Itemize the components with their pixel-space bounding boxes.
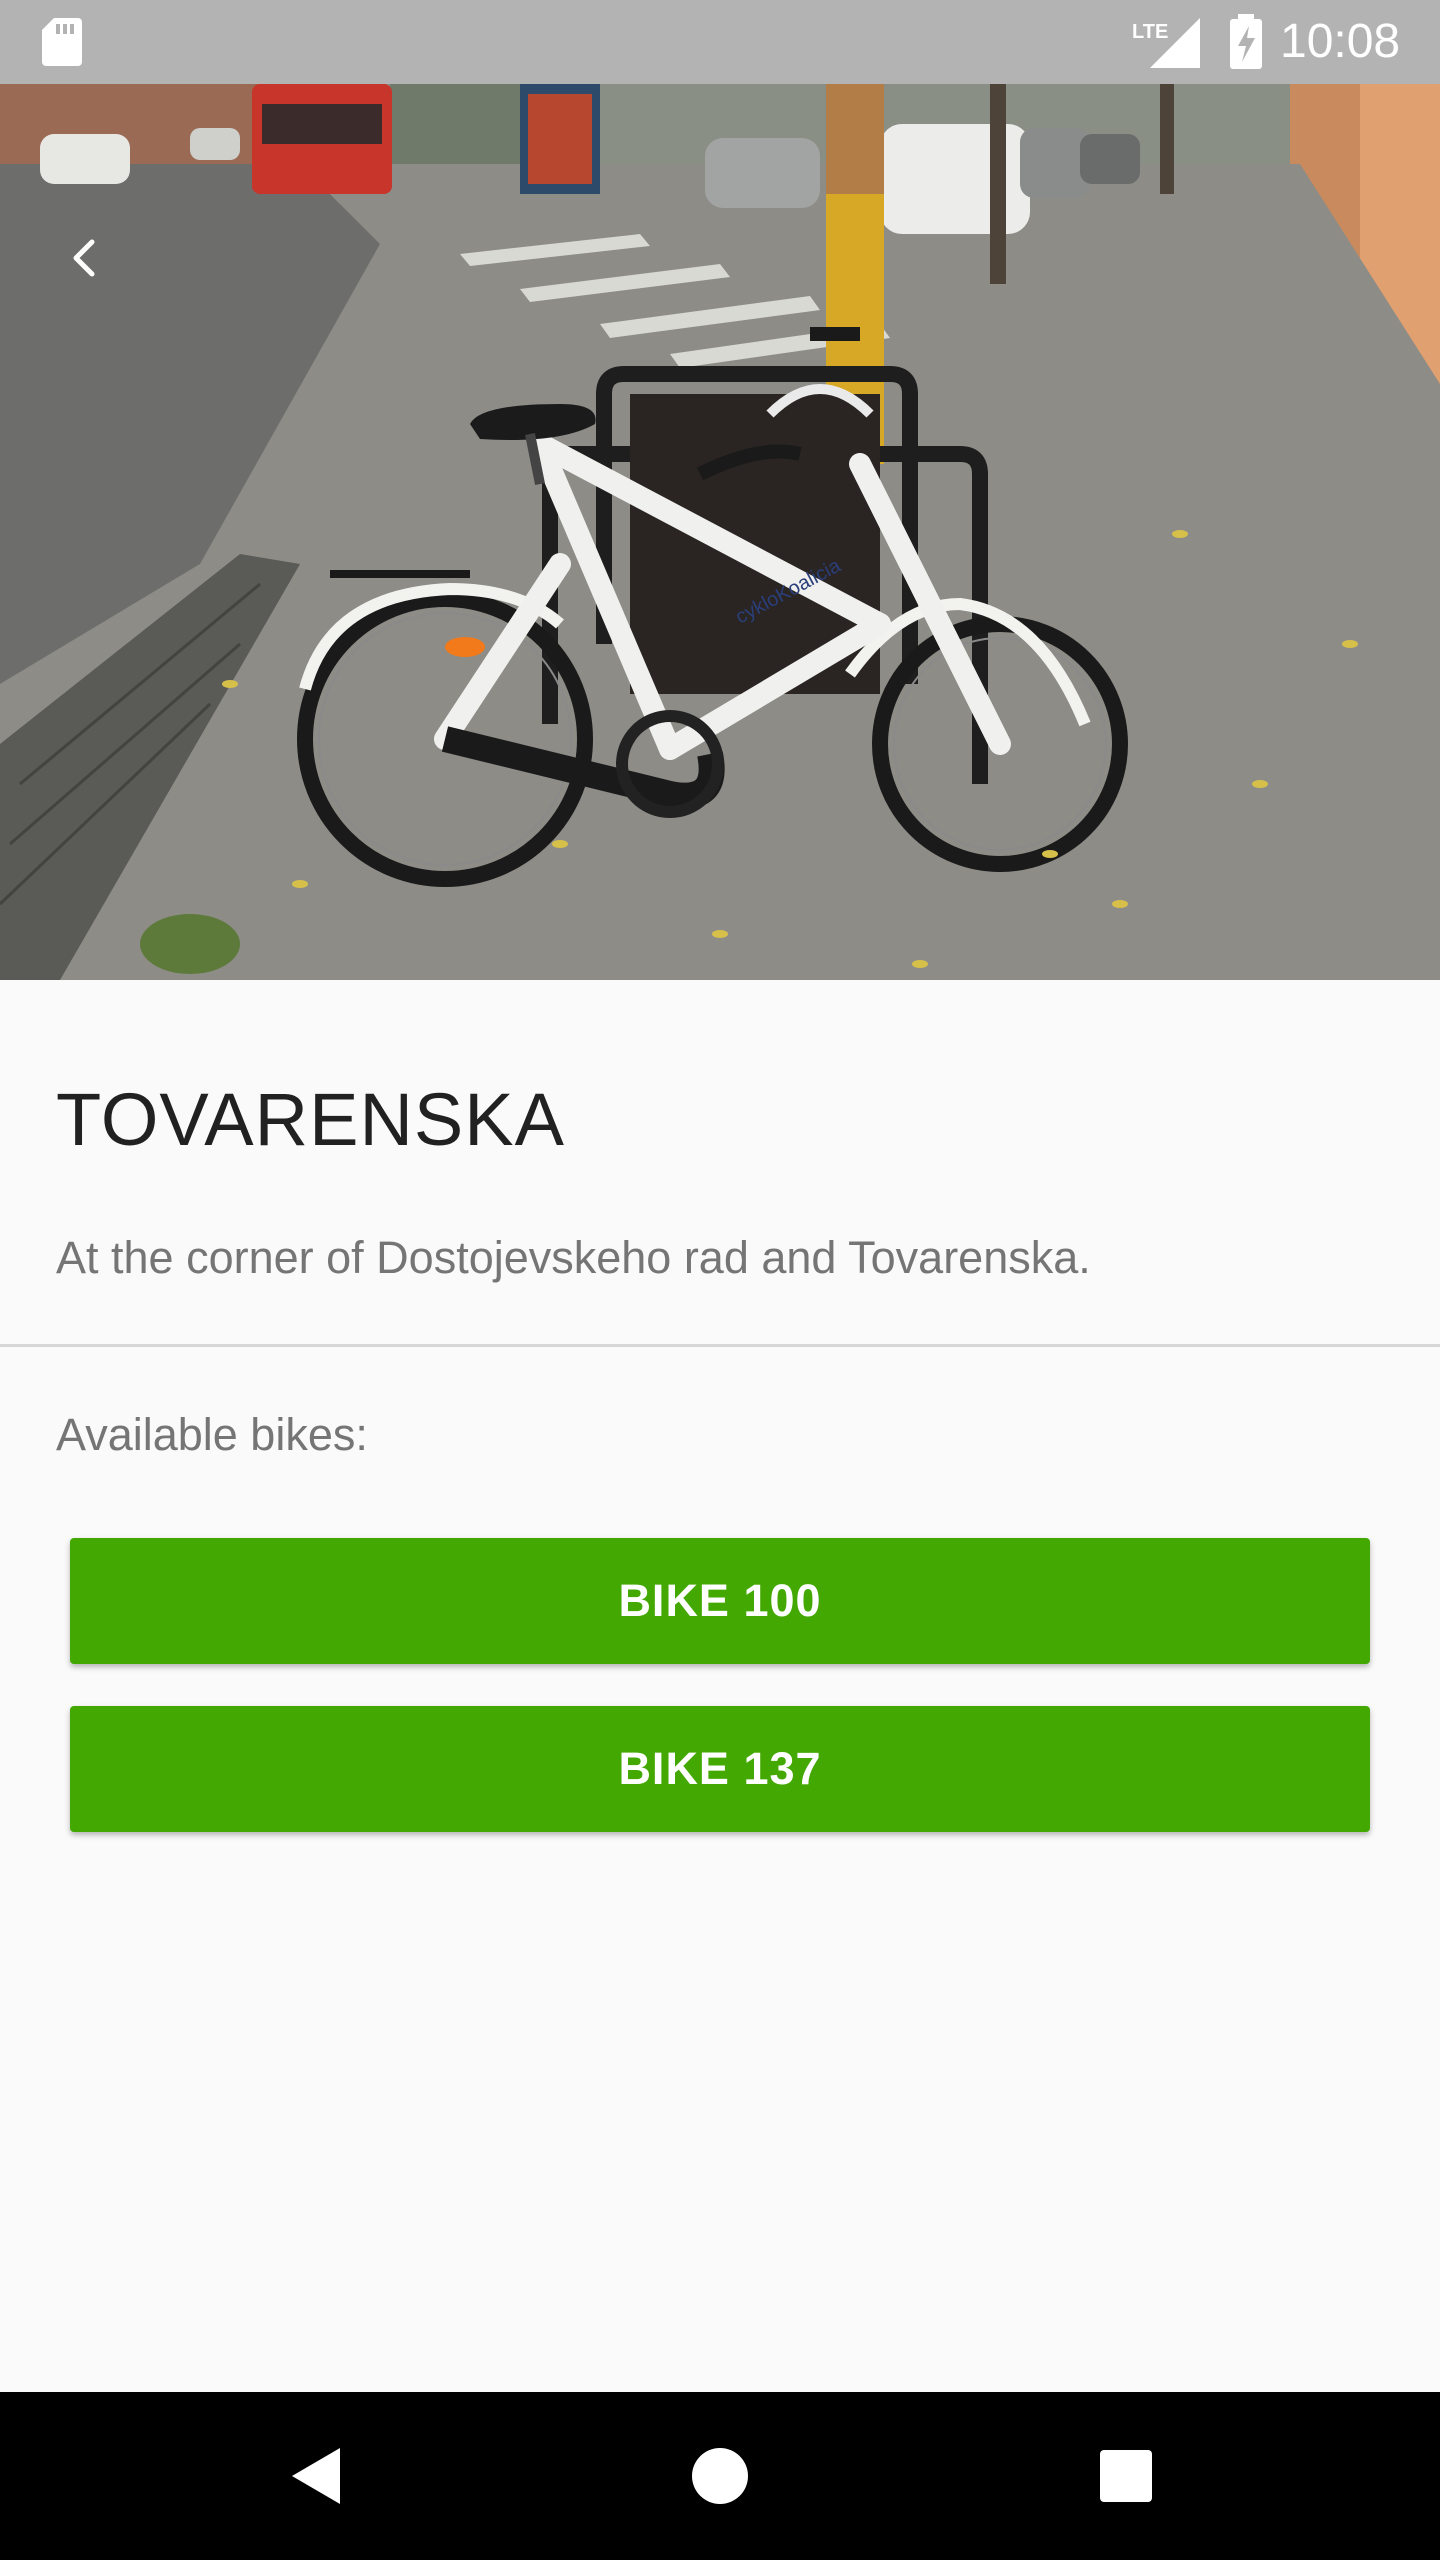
svg-text:LTE: LTE: [1132, 21, 1168, 43]
station-photo: cykloKoalicia: [0, 84, 1440, 980]
nav-home-icon: [692, 2448, 748, 2504]
battery-charging-icon: [1230, 14, 1262, 69]
station-name: TOVARENSKA: [56, 1078, 565, 1161]
bike-button-100[interactable]: BIKE 100: [70, 1538, 1370, 1664]
nav-back-icon: [292, 2448, 340, 2504]
nav-home-button[interactable]: [680, 2436, 760, 2516]
arrow-back-icon: [73, 239, 95, 277]
nav-recents-icon: [1100, 2450, 1152, 2502]
station-photo-illustration: cykloKoalicia: [0, 84, 1440, 980]
navigation-bar: [0, 2392, 1440, 2560]
sd-card-icon: [42, 18, 82, 66]
available-bikes-label: Available bikes:: [56, 1409, 368, 1460]
status-bar: LTE 10:08: [0, 0, 1440, 84]
station-description: At the corner of Dostojevskeho rad and T…: [56, 1232, 1091, 1283]
nav-back-button[interactable]: [276, 2436, 356, 2516]
section-divider: [0, 1344, 1440, 1347]
bike-button-137[interactable]: BIKE 137: [70, 1706, 1370, 1832]
nav-recents-button[interactable]: [1086, 2436, 1166, 2516]
status-clock: 10:08: [1280, 15, 1401, 68]
lte-signal-icon: LTE: [1132, 18, 1200, 68]
back-button[interactable]: [50, 222, 122, 294]
